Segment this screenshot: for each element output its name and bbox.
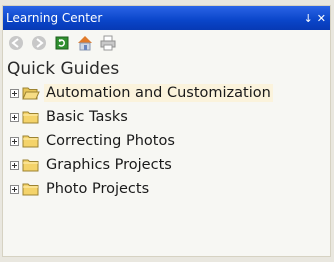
folder-icon [22,159,39,171]
learning-center-panel: Learning Center ↓ ✕ Quick Guides Automat… [2,5,331,257]
print-button[interactable] [99,34,117,52]
tree-item-automation-and-customization[interactable]: Automation and Customization [10,81,330,105]
quick-guides-tree: Automation and Customization Basic Tasks… [3,81,330,201]
expand-toggle-icon[interactable] [10,136,19,146]
expand-toggle-icon[interactable] [10,160,19,170]
back-arrow-icon [9,36,23,50]
home-button[interactable] [76,34,94,52]
tree-item-label: Graphics Projects [46,157,172,173]
tree-item-label: Photo Projects [46,181,150,197]
folder-icon [22,111,39,123]
folder-icon [22,135,39,147]
pin-icon[interactable]: ↓ [304,12,313,25]
refresh-icon [55,36,69,50]
tree-item-graphics-projects[interactable]: Graphics Projects [10,153,330,177]
title-bar-buttons: ↓ ✕ [304,6,330,30]
tree-item-label: Basic Tasks [46,109,128,125]
tree-item-photo-projects[interactable]: Photo Projects [10,177,330,201]
forward-button[interactable] [30,34,48,52]
navigation-toolbar [3,30,330,56]
panel-title: Learning Center [6,11,103,25]
tree-item-correcting-photos[interactable]: Correcting Photos [10,129,330,153]
panel-title-bar[interactable]: Learning Center ↓ ✕ [3,6,330,30]
back-button[interactable] [7,34,25,52]
quick-guides-heading: Quick Guides [7,59,120,79]
print-icon [100,35,116,51]
expand-toggle-icon[interactable] [10,184,19,194]
tree-item-label: Automation and Customization [44,84,273,102]
tree-item-label: Correcting Photos [46,133,175,149]
close-icon[interactable]: ✕ [317,12,326,25]
tree-item-basic-tasks[interactable]: Basic Tasks [10,105,330,129]
folder-icon [22,183,39,195]
expand-toggle-icon[interactable] [10,88,19,98]
expand-toggle-icon[interactable] [10,112,19,122]
refresh-button[interactable] [53,34,71,52]
forward-arrow-icon [32,36,46,50]
home-icon [78,36,92,51]
folder-open-icon [22,87,40,99]
